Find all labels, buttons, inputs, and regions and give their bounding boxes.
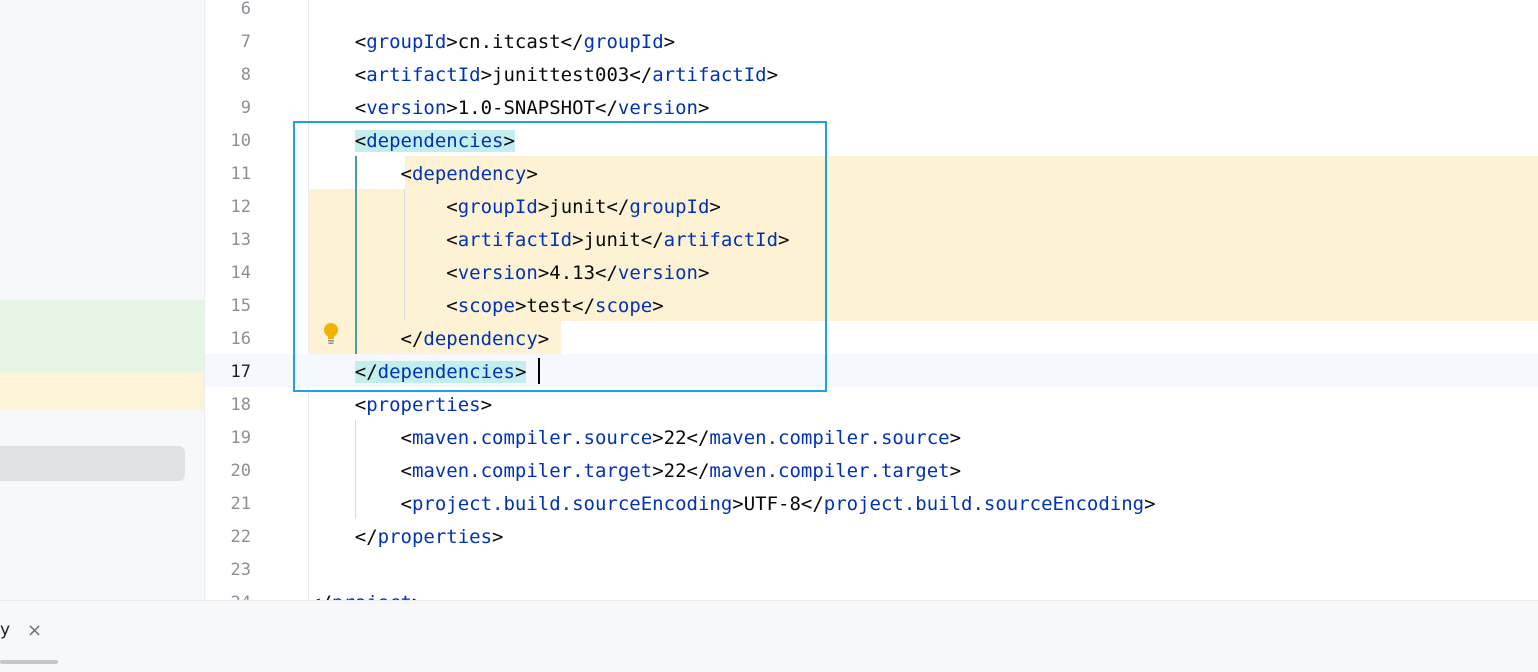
selected-tree-item[interactable] (0, 446, 185, 481)
xml-token: > (663, 31, 676, 53)
selection-box-annotation (293, 121, 827, 392)
xml-tag-name: properties (366, 394, 481, 416)
line-number[interactable]: 18 (205, 389, 251, 422)
xml-token: > (766, 64, 779, 86)
xml-tag-name: artifactId (366, 64, 481, 86)
xml-token: >22</ (652, 427, 710, 449)
xml-tag-name: maven.compiler.source (411, 427, 653, 449)
line-number[interactable]: 15 (205, 290, 251, 323)
xml-token: < (354, 31, 367, 53)
xml-token: > (1144, 493, 1156, 515)
line-number[interactable]: 6 (205, 0, 251, 26)
xml-tag-name: project.build.sourceEncoding (823, 493, 1145, 515)
line-number[interactable]: 20 (205, 455, 251, 488)
xml-token: </ (354, 526, 378, 548)
xml-token: >22</ (652, 460, 710, 482)
line-number[interactable]: 19 (205, 422, 251, 455)
line-number[interactable]: 8 (205, 59, 251, 92)
xml-token: >junittest003</ (480, 64, 653, 86)
xml-tag-name: version (366, 97, 447, 119)
xml-token: < (400, 493, 412, 515)
xml-tag-name: maven.compiler.source (709, 427, 950, 449)
modified-file-row[interactable] (0, 372, 204, 410)
bottom-tab-bar (0, 600, 1538, 672)
xml-tag-name: maven.compiler.target (411, 460, 653, 482)
xml-token: > (480, 394, 493, 416)
xml-token: >cn.itcast</ (446, 31, 584, 53)
close-icon[interactable]: × (27, 620, 42, 641)
xml-token: < (400, 460, 412, 482)
xml-token: >1.0-SNAPSHOT</ (446, 97, 618, 119)
xml-token: < (354, 97, 367, 119)
xml-token: > (949, 460, 962, 482)
xml-tag-name: project.build.sourceEncoding (411, 493, 733, 515)
line-number[interactable]: 17 (205, 356, 251, 389)
xml-token: > (949, 427, 962, 449)
xml-tag-name: artifactId (652, 64, 767, 86)
xml-token: >UTF-8</ (732, 493, 824, 515)
xml-tag-name: properties (377, 526, 493, 548)
xml-token: < (354, 64, 367, 86)
xml-token: < (354, 394, 367, 416)
code-line[interactable]: <artifactId>junittest003</artifactId> (309, 59, 778, 92)
code-line[interactable]: </properties> (309, 521, 504, 554)
tab-active-indicator (0, 660, 58, 664)
code-line[interactable]: <properties> (309, 389, 492, 422)
xml-token: > (697, 97, 710, 119)
code-line[interactable]: <maven.compiler.target>22</maven.compile… (309, 455, 962, 488)
tab-label[interactable]: y (0, 620, 10, 640)
line-number[interactable]: 10 (205, 125, 251, 158)
code-line[interactable]: <maven.compiler.source>22</maven.compile… (309, 422, 962, 455)
line-number[interactable]: 9 (205, 92, 251, 125)
line-number[interactable]: 21 (205, 488, 251, 521)
xml-tag-name: groupId (583, 31, 664, 53)
line-number[interactable]: 16 (205, 323, 251, 356)
line-number[interactable]: 14 (205, 257, 251, 290)
xml-token: < (400, 427, 412, 449)
xml-tag-name: groupId (366, 31, 447, 53)
added-file-row[interactable] (0, 300, 204, 372)
xml-token: > (492, 526, 504, 548)
code-line[interactable]: <groupId>cn.itcast</groupId> (309, 26, 675, 59)
xml-tag-name: maven.compiler.target (709, 460, 950, 482)
line-number[interactable]: 7 (205, 26, 251, 59)
xml-tag-name: version (617, 97, 698, 119)
line-number[interactable]: 13 (205, 224, 251, 257)
line-number[interactable]: 22 (205, 521, 251, 554)
code-line[interactable]: <project.build.sourceEncoding>UTF-8</pro… (309, 488, 1156, 521)
text-caret (538, 358, 540, 384)
line-number[interactable]: 12 (205, 191, 251, 224)
line-number[interactable]: 11 (205, 158, 251, 191)
line-number[interactable]: 23 (205, 554, 251, 587)
